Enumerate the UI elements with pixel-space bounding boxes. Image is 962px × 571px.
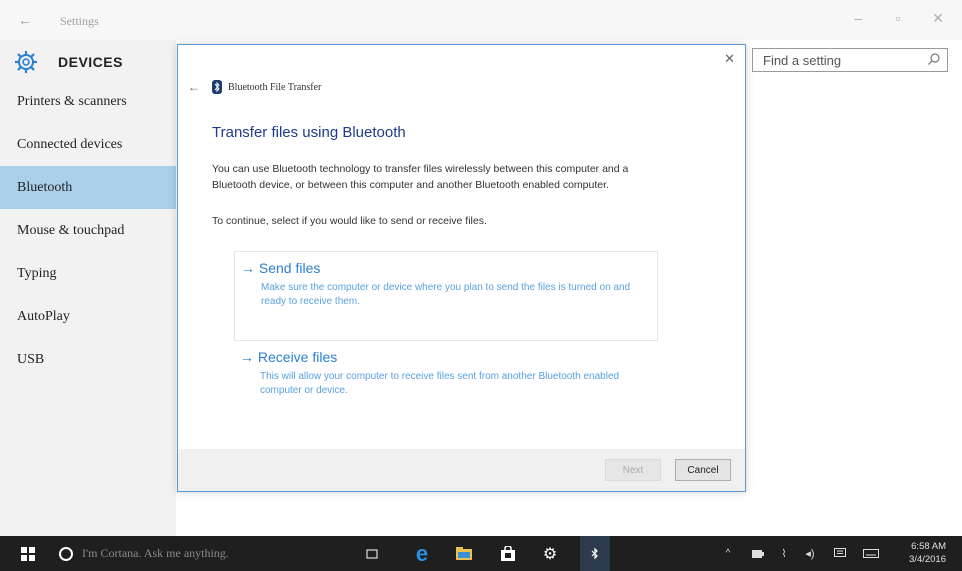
clock-time: 6:58 AM (911, 541, 946, 552)
dialog-description: You can use Bluetooth technology to tran… (212, 163, 629, 191)
dialog-close-icon[interactable]: ✕ (724, 51, 735, 67)
windows-start-icon[interactable] (14, 536, 42, 571)
dialog-back-icon[interactable]: ← (188, 80, 200, 94)
store-icon[interactable] (496, 536, 520, 571)
title-bar: ← Settings – ▫ ✕ (0, 0, 962, 40)
cancel-button[interactable]: Cancel (675, 459, 731, 481)
sidebar-item-autoplay[interactable]: AutoPlay (0, 295, 176, 338)
dialog-header-title: Bluetooth File Transfer (228, 81, 322, 93)
sidebar-item-label: Printers & scanners (17, 93, 127, 109)
settings-window: ← Settings – ▫ ✕ DEVICES Printers & scan… (0, 0, 962, 536)
cortana-search-box[interactable]: I'm Cortana. Ask me anything. (82, 546, 229, 561)
sidebar-item-typing[interactable]: Typing (0, 252, 176, 295)
search-input[interactable]: Find a setting (752, 48, 948, 72)
bluetooth-taskbar-icon[interactable] (580, 536, 610, 571)
sidebar-item-label: Connected devices (17, 136, 123, 152)
sidebar-item-label: Bluetooth (17, 179, 73, 195)
keyboard-icon[interactable] (860, 536, 882, 571)
settings-gear-icon[interactable]: ⚙ (538, 536, 562, 571)
receive-files-title: → Receive files (240, 349, 338, 365)
close-icon[interactable]: ✕ (928, 10, 948, 27)
task-view-icon[interactable] (360, 536, 384, 571)
sidebar-header-label: DEVICES (58, 54, 123, 70)
minimize-icon[interactable]: – (848, 10, 868, 26)
back-arrow-icon[interactable]: ← (18, 12, 32, 28)
sidebar-item-label: Typing (17, 265, 57, 281)
notification-icon[interactable] (830, 536, 850, 571)
sidebar-item-usb[interactable]: USB (0, 338, 176, 381)
sidebar-item-bluetooth[interactable]: Bluetooth (0, 166, 176, 209)
gear-icon (15, 51, 37, 73)
cortana-icon[interactable] (54, 536, 78, 571)
network-icon[interactable]: ⌇ (774, 536, 794, 571)
volume-icon[interactable]: ◂) (800, 536, 820, 571)
file-explorer-icon[interactable] (452, 536, 476, 571)
sidebar-item-printers[interactable]: Printers & scanners (0, 80, 176, 123)
sidebar-item-label: USB (17, 351, 45, 367)
receive-files-option[interactable]: → Receive files This will allow your com… (234, 349, 658, 409)
taskbar-clock[interactable]: 6:58 AM 3/4/2016 (909, 540, 946, 566)
send-files-option[interactable]: → Send files Make sure the computer or d… (234, 251, 658, 341)
bluetooth-file-transfer-dialog: ✕ ← Bluetooth File Transfer Transfer fil… (177, 44, 746, 492)
search-icon (928, 53, 940, 65)
clock-date: 3/4/2016 (909, 554, 946, 565)
search-placeholder: Find a setting (763, 53, 842, 68)
sidebar-item-mouse-touchpad[interactable]: Mouse & touchpad (0, 209, 176, 252)
dialog-footer: Next Cancel (178, 449, 745, 491)
dialog-header: ← Bluetooth File Transfer (188, 80, 321, 94)
dialog-title: Transfer files using Bluetooth (212, 124, 406, 141)
taskbar: I'm Cortana. Ask me anything. e ⚙ ^ ⌇ ◂)… (0, 536, 962, 571)
battery-icon[interactable] (748, 536, 768, 571)
sidebar-item-label: AutoPlay (17, 308, 70, 324)
edge-browser-icon[interactable]: e (410, 536, 434, 571)
sidebar-item-connected-devices[interactable]: Connected devices (0, 123, 176, 166)
window-title: Settings (60, 14, 99, 28)
sidebar-item-label: Mouse & touchpad (17, 222, 125, 238)
bluetooth-icon (212, 80, 222, 94)
send-files-description: Make sure the computer or device where y… (261, 282, 631, 307)
dialog-prompt: To continue, select if you would like to… (212, 215, 487, 227)
sidebar: DEVICES Printers & scanners Connected de… (0, 40, 176, 536)
maximize-icon[interactable]: ▫ (888, 10, 908, 26)
next-button[interactable]: Next (605, 459, 661, 481)
receive-files-description: This will allow your computer to receive… (260, 371, 620, 396)
send-files-title: → Send files (241, 260, 321, 276)
sidebar-header: DEVICES (14, 48, 123, 76)
chevron-up-icon[interactable]: ^ (718, 536, 738, 571)
